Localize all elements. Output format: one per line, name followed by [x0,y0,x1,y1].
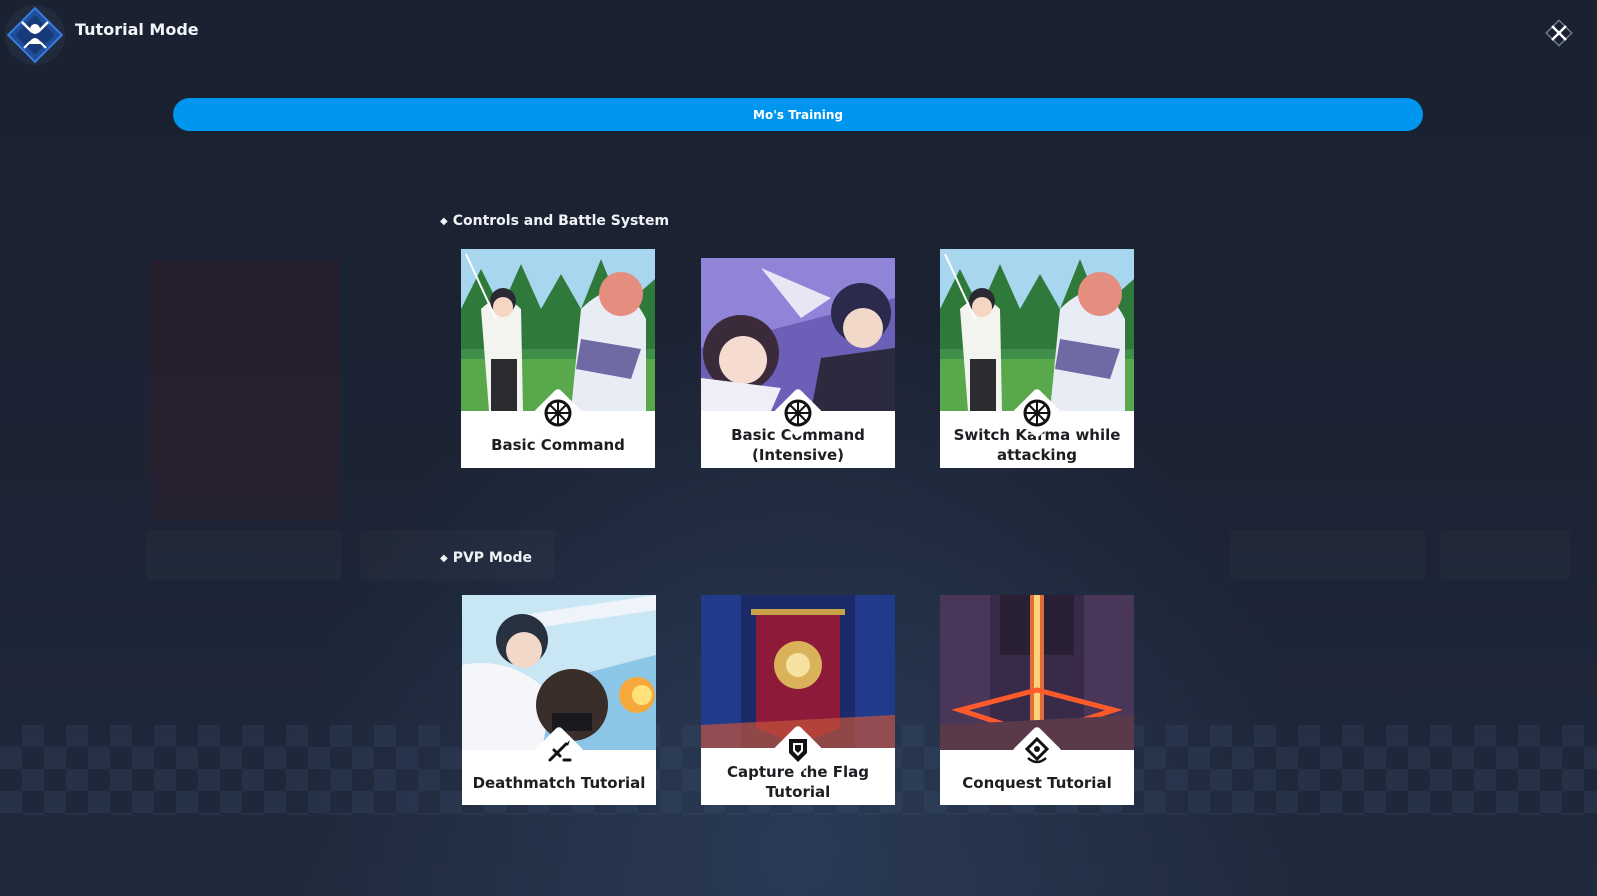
card-capture-the-flag-tutorial[interactable]: Capture the Flag Tutorial [701,595,895,805]
page-title: Tutorial Mode [75,20,199,39]
card-switch-karma[interactable]: Switch Karma while attacking [940,249,1134,468]
bg-ghost-slot [1440,530,1570,580]
card-conquest-tutorial[interactable]: Conquest Tutorial [940,595,1134,805]
card-artwork [461,249,655,411]
close-icon [1545,19,1573,47]
card-basic-command-intensive[interactable]: Basic Command (Intensive) [701,258,895,468]
close-button[interactable] [1544,18,1574,48]
diamond-bullet-icon: ◆ [440,216,448,227]
card-artwork [940,249,1134,411]
section-title-pvp: ◆ PVP Mode [440,550,532,566]
wheel-icon [543,398,573,428]
conquest-marker-icon [1022,736,1052,766]
training-tab-label: Mo's Training [753,107,843,122]
tutorial-mode-icon [4,4,66,66]
bg-ghost-panel [150,260,340,520]
training-tab[interactable]: Mo's Training [173,98,1423,131]
wheel-icon [783,398,813,428]
bg-ghost-slot [1230,530,1425,580]
card-basic-command[interactable]: Basic Command [461,249,655,468]
diamond-bullet-icon: ◆ [440,553,448,564]
section-title-controls: ◆ Controls and Battle System [440,213,670,229]
crossed-swords-icon [544,736,574,766]
card-deathmatch-tutorial[interactable]: Deathmatch Tutorial [462,595,656,805]
wheel-icon [1022,398,1052,428]
bg-ghost-slot [146,530,341,580]
shield-flag-icon [783,735,813,765]
